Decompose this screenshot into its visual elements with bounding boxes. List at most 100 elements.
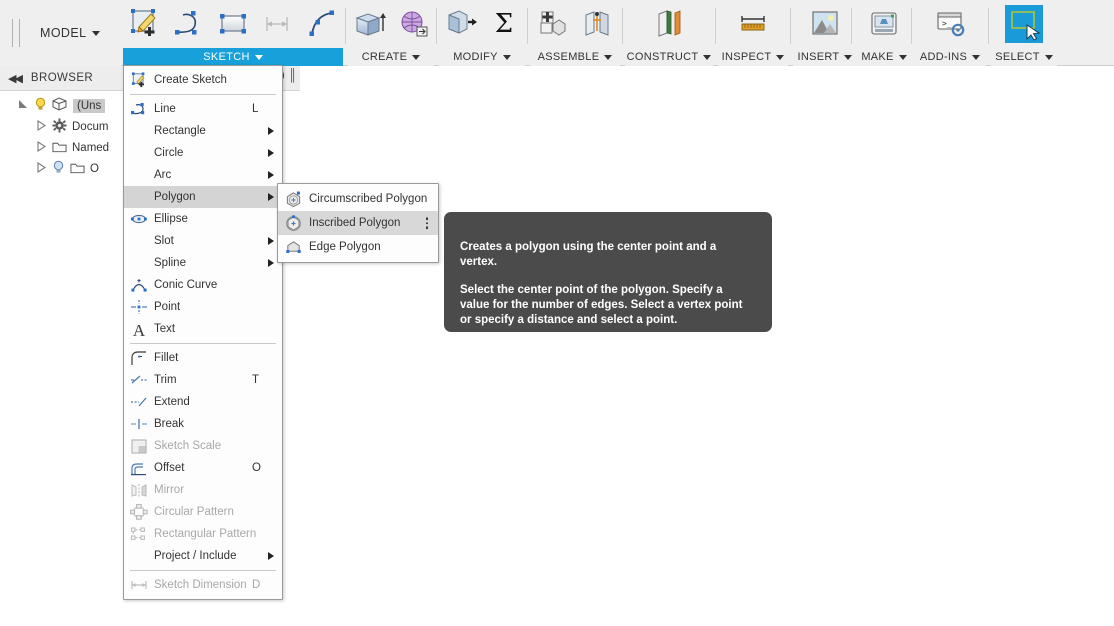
submenu-item-inscribed-polygon[interactable]: Inscribed Polygon [278, 211, 438, 235]
press-pull-icon[interactable] [441, 5, 479, 43]
menu-item-mirror[interactable]: Mirror [124, 479, 282, 501]
panel-bars-icon[interactable]: ║ [288, 68, 296, 82]
submenu-item-label: Inscribed Polygon [309, 217, 401, 229]
text-icon: A [128, 320, 150, 338]
panel-sketch-label: SKETCH [203, 51, 250, 63]
panel-modify-label-bar[interactable]: MODIFY [439, 48, 525, 66]
lightbulb-icon[interactable] [34, 97, 47, 114]
menu-item-label: Point [154, 301, 181, 313]
panel-select-icons [997, 0, 1051, 48]
panel-insert: INSERT [793, 0, 857, 66]
menu-item-circle[interactable]: Circle [124, 142, 282, 164]
submenu-item-label: Circumscribed Polygon [309, 193, 428, 205]
menu-item-label: Mirror [154, 484, 185, 496]
menu-item-label: Fillet [154, 352, 179, 364]
more-options-icon[interactable] [425, 217, 428, 229]
panel-construct-label-bar[interactable]: CONSTRUCT [625, 48, 713, 66]
 [128, 547, 150, 565]
mesh-icon[interactable] [394, 5, 432, 43]
menu-item-rectangle[interactable]: Rectangle [124, 120, 282, 142]
panel-inspect-label-bar[interactable]: INSPECT [718, 48, 788, 66]
menu-item-offset[interactable]: Offset O [124, 457, 282, 479]
panel-modify: Σ MODIFY [439, 0, 525, 66]
panel-addins-label-bar[interactable]: ADD-INS [914, 48, 986, 66]
tooltip-popup: Creates a polygon using the center point… [444, 212, 772, 332]
expand-triangle-open-icon[interactable] [18, 99, 29, 113]
lightbulb-icon[interactable] [52, 160, 65, 177]
panel-create-icons [342, 0, 440, 48]
menu-item-sketch-scale[interactable]: Sketch Scale [124, 435, 282, 457]
select-cursor-icon[interactable] [1005, 5, 1043, 43]
line-icon[interactable] [170, 5, 208, 43]
sketch-dropdown-menu: Create Sketch Line L Rectangle Circle Ar… [123, 65, 283, 600]
menu-item-extend[interactable]: Extend [124, 391, 282, 413]
mirror-icon [128, 481, 150, 499]
panel-construct: CONSTRUCT [625, 0, 713, 66]
panel-modify-label: MODIFY [453, 51, 498, 63]
menu-item-create-sketch[interactable]: Create Sketch [124, 69, 282, 91]
tooltip-paragraph-2: Select the center point of the polygon. … [460, 284, 743, 326]
arc-icon[interactable] [302, 5, 340, 43]
expand-triangle-closed-icon[interactable] [36, 140, 47, 155]
new-component-icon[interactable] [534, 5, 572, 43]
menu-item-project-include[interactable]: Project / Include [124, 545, 282, 567]
measure-icon[interactable] [734, 5, 772, 43]
create-sketch-icon[interactable] [126, 5, 164, 43]
panel-create: CREATE [348, 0, 434, 66]
rectangle-icon[interactable] [214, 5, 252, 43]
sigma-icon[interactable]: Σ [485, 5, 523, 43]
panel-select-label-bar[interactable]: SELECT [991, 48, 1057, 66]
menu-item-trim[interactable]: Trim T [124, 369, 282, 391]
menu-item-fillet[interactable]: Fillet [124, 347, 282, 369]
menu-separator [130, 570, 276, 571]
menu-item-sketch-dimension[interactable]: Sketch Dimension D [124, 574, 282, 596]
panel-addins-icons: >_ [923, 0, 977, 48]
scripts-addins-icon[interactable]: >_ [931, 5, 969, 43]
panel-make-label-bar[interactable]: MAKE [854, 48, 914, 66]
offset-plane-icon[interactable] [650, 5, 688, 43]
workspace-label-wrap[interactable]: MODEL [40, 26, 101, 40]
menu-item-point[interactable]: Point [124, 296, 282, 318]
submenu-arrow-icon [268, 237, 274, 245]
submenu-arrow-icon [268, 149, 274, 157]
menu-item-slot[interactable]: Slot [124, 230, 282, 252]
expand-triangle-closed-icon[interactable] [36, 119, 47, 134]
menu-item-line[interactable]: Line L [124, 98, 282, 120]
menu-item-rectangular-pattern[interactable]: Rectangular Pattern [124, 523, 282, 545]
menu-item-spline[interactable]: Spline [124, 252, 282, 274]
workspace-switcher[interactable]: MODEL [0, 0, 121, 66]
menu-item-conic-curve[interactable]: Conic Curve [124, 274, 282, 296]
panel-assemble-label-bar[interactable]: ASSEMBLE [530, 48, 620, 66]
3d-print-icon[interactable] [865, 5, 903, 43]
menu-item-arc[interactable]: Arc [124, 164, 282, 186]
expand-triangle-closed-icon[interactable] [36, 161, 47, 176]
panel-create-label-bar[interactable]: CREATE [348, 48, 434, 66]
menu-item-break[interactable]: Break [124, 413, 282, 435]
collapse-left-icon[interactable]: ◀◀ [8, 72, 23, 85]
menu-item-ellipse[interactable]: Ellipse [124, 208, 282, 230]
ribbon-toolbar: MODEL SKETCH CREATE Σ MODIFY ASSEMBLE CO… [0, 0, 1114, 66]
joint-icon[interactable] [578, 5, 616, 43]
menu-item-label: Spline [154, 257, 186, 269]
panel-insert-label-bar[interactable]: INSERT [793, 48, 857, 66]
panel-sketch-label-bar[interactable]: SKETCH [123, 48, 343, 66]
conic-curve-icon [128, 276, 150, 294]
menu-item-polygon[interactable]: Polygon [124, 186, 282, 208]
edge-polygon-icon [282, 238, 304, 256]
inscribed-polygon-icon [282, 214, 304, 232]
panel-inspect-icons [726, 0, 780, 48]
svg-text:Σ: Σ [495, 9, 513, 39]
tooltip-paragraph-1: Creates a polygon using the center point… [460, 241, 717, 268]
insert-image-icon[interactable] [806, 5, 844, 43]
fusion360-window: MODEL SKETCH CREATE Σ MODIFY ASSEMBLE CO… [0, 0, 1114, 626]
dimension-icon[interactable] [258, 5, 296, 43]
panel-create-label: CREATE [361, 51, 408, 63]
menu-item-label: Offset [154, 462, 185, 474]
extrude-icon[interactable] [350, 5, 388, 43]
submenu-item-edge-polygon[interactable]: Edge Polygon [278, 235, 438, 259]
menu-item-text[interactable]: A Text [124, 318, 282, 340]
create-sketch-icon [128, 71, 150, 89]
trim-icon [128, 371, 150, 389]
submenu-item-circumscribed-polygon[interactable]: Circumscribed Polygon [278, 187, 438, 211]
menu-item-circular-pattern[interactable]: Circular Pattern [124, 501, 282, 523]
